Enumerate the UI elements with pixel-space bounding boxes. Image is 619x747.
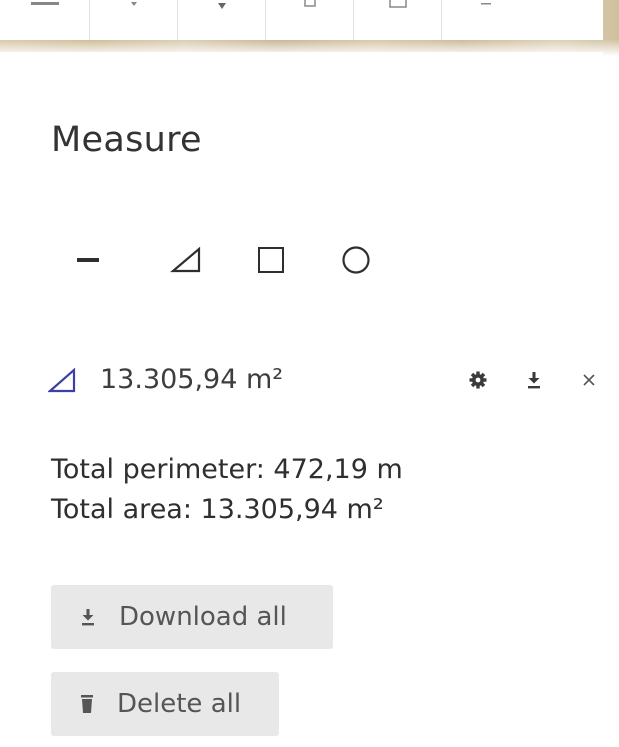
delete-all-button[interactable]: Delete all <box>51 672 279 736</box>
toolbar-button-3[interactable] <box>178 0 266 40</box>
rectangle-mode-button[interactable] <box>247 240 295 280</box>
caret-down-icon <box>128 0 140 12</box>
rectangle-measure-icon <box>258 247 284 273</box>
download-icon <box>79 607 97 627</box>
polygon-measure-icon <box>169 246 201 273</box>
layers-icon <box>25 0 65 12</box>
close-icon <box>583 374 595 386</box>
measurement-result-row: 13.305,94 m² <box>48 360 603 400</box>
minus-icon <box>478 0 494 12</box>
polygon-mode-button[interactable] <box>162 240 210 280</box>
total-perimeter: Total perimeter: 472,19 m <box>51 454 403 485</box>
toolbar-button-2[interactable] <box>90 0 178 40</box>
measure-page: Measure 13.305,94 m² Total perimeter: 47… <box>0 0 619 747</box>
measurement-value: 13.305,94 m² <box>100 364 284 395</box>
measure-panel: Measure 13.305,94 m² Total perimeter: 47… <box>0 52 603 747</box>
panel-title: Measure <box>51 120 202 160</box>
toolbar-button-6[interactable] <box>442 0 530 40</box>
measurement-remove-button[interactable] <box>575 366 603 394</box>
settings-icon <box>469 371 487 389</box>
top-toolbar <box>0 0 603 40</box>
delete-all-label: Delete all <box>117 689 242 719</box>
measurement-summary: Total perimeter: 472,19 m Total area: 13… <box>51 450 403 530</box>
circle-measure-icon <box>342 246 370 274</box>
download-all-label: Download all <box>119 602 287 632</box>
measure-mode-toolbar <box>64 240 384 280</box>
frame-icon <box>387 0 409 12</box>
measurement-download-button[interactable] <box>520 366 548 394</box>
line-mode-button[interactable] <box>64 240 112 280</box>
caret-down-icon <box>216 0 228 14</box>
toolbar-button-1[interactable] <box>0 0 90 40</box>
toolbar-button-5[interactable] <box>354 0 442 40</box>
square-icon <box>302 0 318 12</box>
line-measure-icon <box>77 258 99 262</box>
download-icon <box>528 372 540 389</box>
polygon-measure-icon <box>48 368 76 393</box>
measurement-settings-button[interactable] <box>464 366 492 394</box>
trash-icon <box>79 694 95 714</box>
toolbar-button-4[interactable] <box>266 0 354 40</box>
download-all-button[interactable]: Download all <box>51 585 333 649</box>
circle-mode-button[interactable] <box>332 240 380 280</box>
total-area: Total area: 13.305,94 m² <box>51 494 384 525</box>
